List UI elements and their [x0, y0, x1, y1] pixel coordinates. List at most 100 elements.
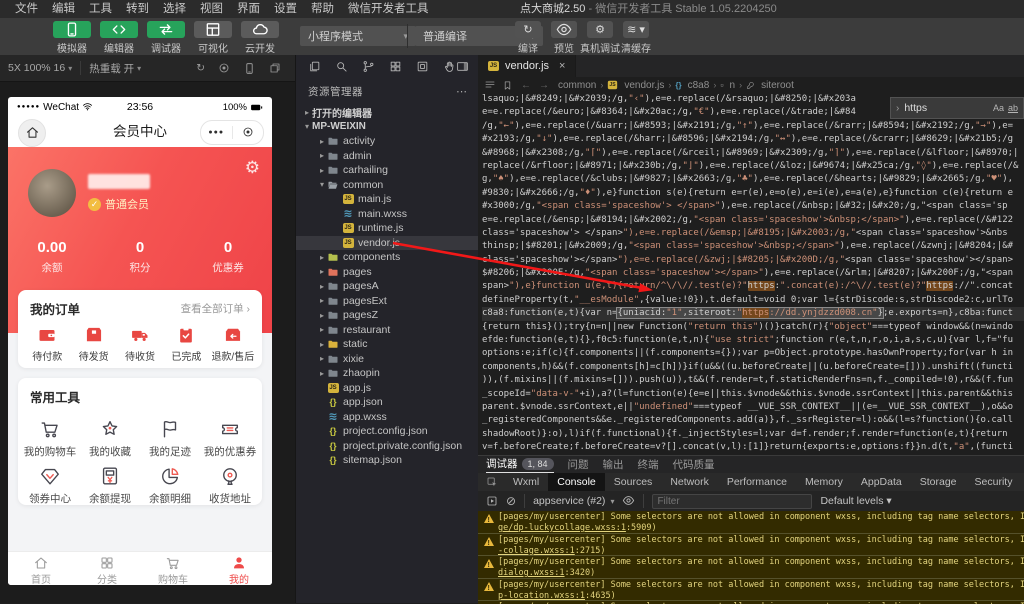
devtools-tab-Memory[interactable]: Memory [796, 473, 852, 491]
tool-余额提现[interactable]: 余额提现 [80, 465, 140, 506]
tree-item-main.wxss[interactable]: ≋ main.wxss [296, 207, 479, 222]
log-levels-select[interactable]: Default levels ▾ [820, 495, 891, 507]
warning-source-link[interactable]: -collage.wxss:1 [498, 546, 575, 556]
files-button[interactable] [308, 58, 321, 76]
menu-item-微信开发者工具[interactable]: 微信开发者工具 [341, 0, 436, 18]
devtools-tab-Sources[interactable]: Sources [605, 473, 662, 491]
tool-我的购物车[interactable]: 我的购物车 [20, 418, 80, 459]
console-warning[interactable]: [pages/my/usercenter] Some selectors are… [478, 556, 1024, 579]
find-input[interactable]: https [904, 102, 927, 114]
order-status-退款/售后[interactable]: 退款/售后 [210, 325, 256, 363]
layout-grid-button[interactable] [389, 58, 402, 76]
live-expression-icon[interactable] [486, 492, 498, 510]
devtools-tab-Network[interactable]: Network [661, 473, 718, 491]
tree-item-pagesA[interactable]: ▸ pagesA [296, 279, 479, 294]
close-target-button[interactable] [233, 124, 264, 142]
warning-source-link[interactable]: ge/dp-luckycollage.wxss:1 [498, 523, 626, 533]
search-button[interactable] [335, 58, 348, 76]
menu-item-工具[interactable]: 工具 [82, 0, 119, 18]
debugger-tab-代码质量[interactable]: 代码质量 [673, 457, 715, 472]
panel-button[interactable] [456, 58, 469, 76]
breadcrumb-vendor.js[interactable]: JS vendor.js [607, 80, 664, 91]
tree-item-sitemap.json[interactable]: {} sitemap.json [296, 453, 479, 468]
tool-我的足迹[interactable]: 我的足迹 [140, 418, 200, 459]
code-area[interactable]: lsaquo;|&#8249;|&#x2039;/g,"‹"),e=e.repl… [478, 93, 1024, 455]
order-status-已完成[interactable]: 已完成 [163, 325, 209, 363]
breadcrumb-siteroot[interactable]: siteroot [746, 80, 794, 91]
tab-分类[interactable]: 分类 [74, 552, 140, 585]
expand-find-icon[interactable]: › [896, 103, 899, 114]
tree-item-restaurant[interactable]: ▸ restaurant [296, 323, 479, 338]
close-icon[interactable]: × [559, 60, 565, 72]
more-button[interactable]: ●●● [201, 129, 232, 136]
debugger-tab-问题[interactable]: 问题 [568, 457, 589, 472]
hot-reload-toggle[interactable]: 热重载 开 ▾ [81, 61, 149, 76]
toolbar-action-清缓存[interactable]: ≋ ▾ 清缓存 [614, 21, 658, 55]
gear-icon[interactable]: ⚙ [245, 159, 260, 176]
devtools-tab-Wxml[interactable]: Wxml [504, 473, 548, 491]
menu-item-选择[interactable]: 选择 [156, 0, 193, 18]
breadcrumb-c8a8[interactable]: {} c8a8 [675, 80, 709, 91]
console-warning[interactable]: [pages/my/usercenter] Some selectors are… [478, 578, 1024, 601]
menu-item-界面[interactable]: 界面 [230, 0, 267, 18]
menu-item-编辑[interactable]: 编辑 [45, 0, 82, 18]
tool-领券中心[interactable]: 领券中心 [20, 465, 80, 506]
debugger-tab-输出[interactable]: 输出 [603, 457, 624, 472]
tree-item-project.private.config.json[interactable]: {} project.private.config.json [296, 439, 479, 454]
tree-item-MP-WEIXIN[interactable]: ▾ MP-WEIXIN [296, 120, 479, 135]
tree-item-activity[interactable]: ▸ activity [296, 134, 479, 149]
tree-item-app.wxss[interactable]: ≋ app.wxss [296, 410, 479, 425]
match-case-icon[interactable]: Aa [993, 103, 1004, 113]
tree-item-app.js[interactable]: JS app.js [296, 381, 479, 396]
tree-item-project.config.json[interactable]: {} project.config.json [296, 424, 479, 439]
menu-item-帮助[interactable]: 帮助 [304, 0, 341, 18]
view-all-orders-link[interactable]: 查看全部订单 › [181, 301, 250, 316]
tree-item-components[interactable]: ▸ components [296, 250, 479, 265]
tool-余额明细[interactable]: 余额明细 [140, 465, 200, 506]
inspect-icon-button[interactable] [478, 476, 504, 488]
hand-button[interactable] [443, 58, 456, 76]
tree-item-pagesZ[interactable]: ▸ pagesZ [296, 308, 479, 323]
toolbar-button-云开发[interactable]: 云开发 [238, 21, 282, 55]
tool-收货地址[interactable]: 收货地址 [200, 465, 260, 506]
menu-item-转到[interactable]: 转到 [119, 0, 156, 18]
outline-icon[interactable] [484, 79, 496, 91]
tree-item-pages[interactable]: ▸ pages [296, 265, 479, 280]
tree-item-zhaopin[interactable]: ▸ zhaopin [296, 366, 479, 381]
console-warning[interactable]: [pages/my/usercenter] Some selectors are… [478, 511, 1024, 534]
tab-vendor-js[interactable]: JS vendor.js × [478, 55, 577, 77]
tree-item-static[interactable]: ▸ static [296, 337, 479, 352]
bookmark-icon[interactable] [502, 80, 513, 91]
tab-首页[interactable]: 首页 [8, 552, 74, 585]
debugger-tab-调试器[interactable]: 调试器 1, 84 [486, 456, 554, 473]
devtools-tab-Storage[interactable]: Storage [911, 473, 966, 491]
warning-source-link[interactable]: dialog.wxss:1 [498, 568, 565, 578]
devtools-tab-Performance[interactable]: Performance [718, 473, 796, 491]
branch-button[interactable] [362, 58, 375, 76]
toolbar-button-编辑器[interactable]: 编辑器 [97, 21, 141, 55]
record-icon[interactable] [218, 62, 230, 75]
tree-item-app.json[interactable]: {} app.json [296, 395, 479, 410]
more-actions-icon[interactable]: ⋯ [456, 85, 467, 98]
whole-word-icon[interactable]: ab [1008, 103, 1018, 113]
tree-item-admin[interactable]: ▸ admin [296, 149, 479, 164]
order-status-待收货[interactable]: 待收货 [117, 325, 163, 363]
order-status-待付款[interactable]: 待付款 [24, 325, 70, 363]
refresh-icon[interactable]: ↻ [196, 62, 205, 75]
devtools-tab-AppData[interactable]: AppData [852, 473, 911, 491]
tree-item-vendor.js[interactable]: JS vendor.js [296, 235, 479, 250]
tree-item-common[interactable]: ▾ common [296, 178, 479, 193]
order-status-待发货[interactable]: 待发货 [70, 325, 116, 363]
tree-item-main.js[interactable]: JS main.js [296, 192, 479, 207]
execution-context-select[interactable]: appservice (#2) ▾ [533, 495, 614, 507]
avatar[interactable] [28, 169, 76, 217]
device-zoom-select[interactable]: 5X 100% 16 ▾ [0, 62, 80, 74]
menu-item-文件[interactable]: 文件 [8, 0, 45, 18]
menu-item-视图[interactable]: 视图 [193, 0, 230, 18]
breadcrumb-n[interactable]: ▫ n [720, 80, 735, 91]
debugger-tab-终端[interactable]: 终端 [638, 457, 659, 472]
box-button[interactable] [416, 58, 429, 76]
tool-我的优惠券[interactable]: 我的优惠券 [200, 418, 260, 459]
mode-select[interactable]: 小程序模式 ▾ [300, 26, 416, 46]
console-warning[interactable]: [pages/my/usercenter] Some selectors are… [478, 533, 1024, 556]
